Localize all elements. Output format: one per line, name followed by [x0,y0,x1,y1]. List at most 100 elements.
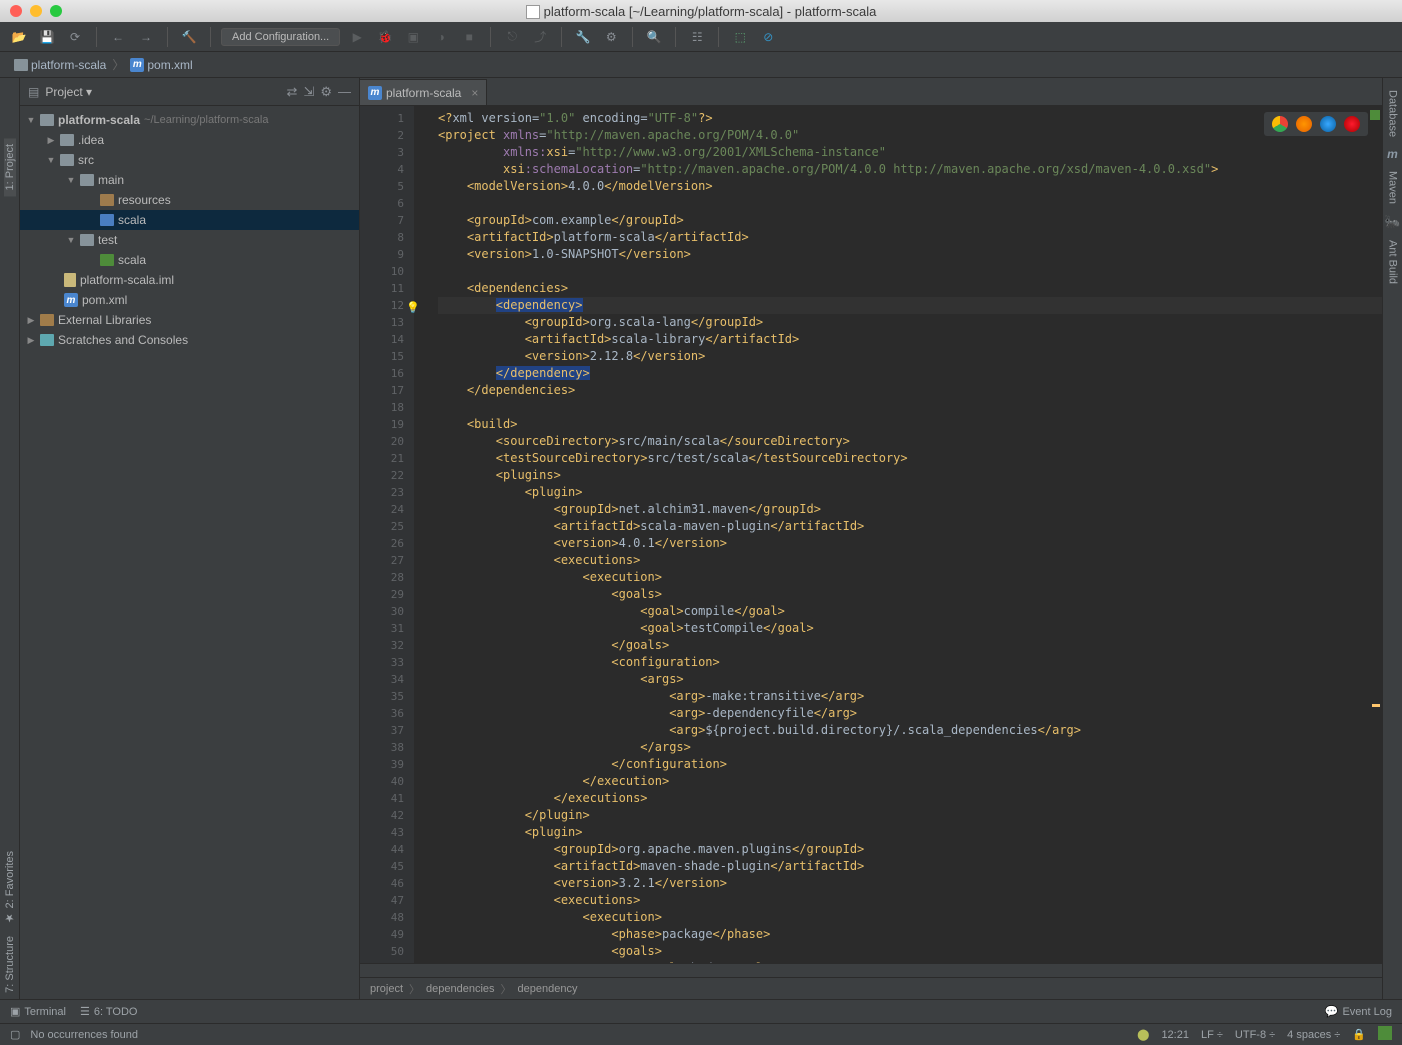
resources-folder-icon [100,194,114,206]
event-log[interactable]: 💬 Event Log [1325,1005,1392,1018]
debug-icon[interactable]: 🐞 [374,26,396,48]
inspection-ok-icon [1370,110,1380,120]
tree-iml[interactable]: platform-scala.iml [20,270,359,290]
project-panel-title[interactable]: Project ▾ [45,85,92,99]
tool-tab-maven[interactable]: Maven [1387,165,1399,210]
locate-icon[interactable]: ⇄ [287,84,298,100]
tree-scratches[interactable]: ▶Scratches and Consoles [20,330,359,350]
folder-icon [60,134,74,146]
attach2-icon[interactable]: ⤴ [529,26,551,48]
status-caret[interactable]: 12:21 [1161,1029,1189,1041]
source-folder-icon [100,214,114,226]
plugin-icon[interactable]: ⬚ [729,26,751,48]
error-stripe[interactable] [1370,110,1380,959]
window-title: platform-scala [~/Learning/platform-scal… [544,4,877,19]
close-tab-icon[interactable]: × [471,86,478,100]
tree-scala-test[interactable]: scala [20,250,359,270]
profile-icon[interactable]: ◑ [430,26,452,48]
stop-icon[interactable]: ■ [458,26,480,48]
editor-horizontal-scrollbar[interactable] [360,963,1382,977]
open-file-icon[interactable]: 📂 [8,26,30,48]
left-tool-stripe: 1: Project ★ 2: Favorites 7: Structure [0,78,20,999]
run-configuration-dropdown[interactable]: Add Configuration... [221,28,340,46]
editor: mplatform-scala× 123456789101112💡1314151… [360,78,1382,999]
status-toggle-icon[interactable]: ▢ [10,1028,20,1041]
folder-icon [14,59,28,71]
tree-pom[interactable]: mpom.xml [20,290,359,310]
editor-gutter[interactable]: 123456789101112💡131415161718192021222324… [360,106,414,963]
maven-icon: m [1386,147,1400,161]
coverage-icon[interactable]: ▣ [402,26,424,48]
folder-icon [80,234,94,246]
tool-tab-todo[interactable]: ☰ 6: TODO [80,1005,137,1018]
search-icon[interactable]: 🔍 [643,26,665,48]
folder-icon [80,174,94,186]
right-tool-stripe: Database m Maven 🐜 Ant Build [1382,78,1402,999]
breadcrumb-root[interactable]: platform-scala [10,58,110,72]
save-all-icon[interactable]: 💾 [36,26,58,48]
tool-tab-structure[interactable]: 7: Structure [4,930,16,999]
tool-tab-database[interactable]: Database [1387,84,1399,143]
maven-icon: m [64,293,78,307]
main-toolbar: 📂 💾 ⟳ ← → 🔨 Add Configuration... ▶ 🐞 ▣ ◑… [0,22,1402,52]
opera-icon[interactable] [1344,116,1360,132]
wrench-icon[interactable]: 🔧 [572,26,594,48]
scratches-icon [40,334,54,346]
status-indicator-icon[interactable]: ⬤ [1137,1028,1149,1041]
chrome-icon[interactable] [1272,116,1288,132]
window-titlebar: platform-scala [~/Learning/platform-scal… [0,0,1402,22]
tool-tab-ant[interactable]: Ant Build [1387,234,1399,290]
tree-main[interactable]: ▼main [20,170,359,190]
tool-tab-project[interactable]: 1: Project [4,138,16,196]
tree-idea[interactable]: ▶.idea [20,130,359,150]
module-icon [40,114,54,126]
folder-icon [60,154,74,166]
editor-tabs: mplatform-scala× [360,78,1382,106]
project-tool-window: ▤ Project ▾ ⇄ ⇲ ⚙ — ▼platform-scala ~/Le… [20,78,360,999]
tree-src[interactable]: ▼src [20,150,359,170]
iml-file-icon [64,273,76,287]
tree-external-libraries[interactable]: ▶External Libraries [20,310,359,330]
sdk-icon[interactable]: ⚙ [600,26,622,48]
browser-preview-overlay [1264,112,1368,136]
safari-icon[interactable] [1320,116,1336,132]
status-indent[interactable]: 4 spaces ÷ [1287,1029,1340,1041]
file-icon [526,5,540,19]
tree-scala-main[interactable]: scala [20,210,359,230]
editor-code[interactable]: <?xml version="1.0" encoding="UTF-8"?><p… [414,106,1382,963]
run-icon[interactable]: ▶ [346,26,368,48]
editor-tab[interactable]: mplatform-scala× [360,79,487,105]
maven-icon: m [368,86,382,100]
firefox-icon[interactable] [1296,116,1312,132]
status-line-sep[interactable]: LF ÷ [1201,1029,1223,1041]
forward-icon[interactable]: → [135,26,157,48]
tree-root[interactable]: ▼platform-scala ~/Learning/platform-scal… [20,110,359,130]
breadcrumb-file[interactable]: mpom.xml [126,58,196,72]
sync-icon[interactable]: ⟳ [64,26,86,48]
gear-icon[interactable]: ⚙ [320,84,332,100]
tool-tab-terminal[interactable]: ▣ Terminal [10,1005,66,1018]
libraries-icon [40,314,54,326]
attach-icon[interactable]: ⎋ [501,26,523,48]
tree-test[interactable]: ▼test [20,230,359,250]
back-icon[interactable]: ← [107,26,129,48]
editor-breadcrumbs[interactable]: project〉 dependencies〉 dependency [360,977,1382,999]
bottom-tool-stripe: ▣ Terminal ☰ 6: TODO 💬 Event Log [0,999,1402,1023]
project-tree[interactable]: ▼platform-scala ~/Learning/platform-scal… [20,106,359,999]
info-icon[interactable]: ⊘ [757,26,779,48]
collapse-icon[interactable]: ⇲ [303,84,314,100]
status-lock-icon[interactable]: 🔒 [1352,1028,1366,1041]
maven-icon: m [130,58,144,72]
hide-icon[interactable]: — [338,84,351,99]
structure-icon[interactable]: ☷ [686,26,708,48]
build-icon[interactable]: 🔨 [178,26,200,48]
status-encoding[interactable]: UTF-8 ÷ [1235,1029,1275,1041]
status-bar: ▢ No occurrences found ⬤ 12:21 LF ÷ UTF-… [0,1023,1402,1045]
status-message: No occurrences found [30,1029,138,1041]
tool-tab-favorites[interactable]: ★ 2: Favorites [3,845,16,931]
navigation-bar: platform-scala 〉 mpom.xml [0,52,1402,78]
ant-icon: 🐜 [1384,214,1400,230]
tree-resources[interactable]: resources [20,190,359,210]
test-folder-icon [100,254,114,266]
status-hector-icon[interactable] [1378,1026,1392,1043]
